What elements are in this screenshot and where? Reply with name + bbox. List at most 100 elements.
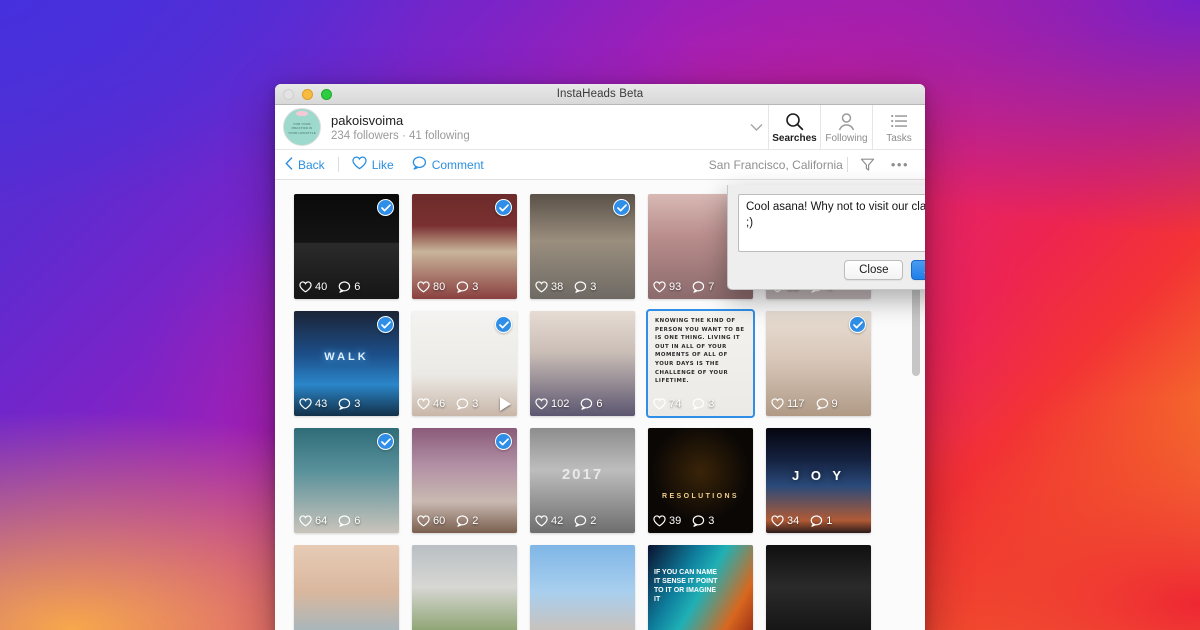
heart-icon (417, 515, 430, 527)
add-comment-dialog: Close Add Comment (727, 185, 925, 290)
comment-bubble-icon (810, 515, 823, 527)
location-label: San Francisco, California (708, 157, 843, 172)
check-icon[interactable] (377, 433, 394, 450)
profile-meta: pakoisvoima 234 followers · 41 following (331, 113, 470, 142)
toolbar-tabs: Searches Following Tasks (768, 105, 925, 150)
heart-icon (417, 281, 430, 293)
photo-tile[interactable]: RESOLUTIONS 39 3 (648, 428, 753, 533)
window-title: InstaHeads Beta (556, 88, 644, 100)
comment-bubble-icon (456, 398, 469, 410)
dialog-buttons: Close Add Comment (738, 260, 925, 280)
like-button[interactable]: Like (343, 150, 403, 180)
comment-button[interactable]: Comment (403, 150, 493, 180)
photo-tile[interactable]: J O Y 34 1 (766, 428, 871, 533)
comment-bubble-icon (456, 281, 469, 293)
photo-tile[interactable]: 117 9 (766, 311, 871, 416)
comment-count: 2 (590, 515, 597, 527)
like-count: 74 (669, 398, 682, 410)
check-icon[interactable] (613, 199, 630, 216)
like-count: 80 (433, 281, 446, 293)
check-icon[interactable] (495, 316, 512, 333)
photo-tile[interactable]: 60 2 (412, 428, 517, 533)
heart-icon (299, 281, 312, 293)
comment-count: 3 (354, 398, 361, 410)
comment-count: 3 (472, 398, 479, 410)
photo-tile[interactable]: 64 6 (294, 428, 399, 533)
comment-bubble-icon (574, 281, 587, 293)
close-button[interactable]: Close (844, 260, 904, 280)
photo-tile[interactable]: 102 6 (530, 311, 635, 416)
check-icon[interactable] (849, 316, 866, 333)
chevron-down-icon[interactable] (744, 105, 768, 150)
heart-icon (352, 156, 367, 173)
avatar-label: FOR YOUR PRACTICE IS YOUR LIFESTYLE (288, 121, 316, 135)
comment-bubble-icon (692, 281, 705, 293)
tile-stats: 74 3 (648, 392, 753, 416)
comment-bubble-icon (692, 515, 705, 527)
check-icon[interactable] (377, 199, 394, 216)
photo-tile[interactable]: KNOWING THE KIND OF PERSON YOU WANT TO B… (646, 309, 755, 418)
back-button[interactable]: Back (283, 150, 334, 180)
title-bar[interactable]: InstaHeads Beta (275, 84, 925, 105)
tile-stats: 38 3 (530, 275, 635, 299)
app-window: InstaHeads Beta FOR YOUR PRACTICE IS YOU… (275, 84, 925, 630)
like-count: 42 (551, 515, 564, 527)
tile-stats: 60 2 (412, 509, 517, 533)
check-icon[interactable] (495, 199, 512, 216)
photo-tile[interactable]: 2017 42 2 (530, 428, 635, 533)
tab-searches[interactable]: Searches (769, 105, 821, 150)
comment-count: 6 (596, 398, 603, 410)
handwritten-caption: KNOWING THE KIND OF PERSON YOU WANT TO B… (655, 318, 745, 385)
like-count: 93 (669, 281, 682, 293)
photo-tile[interactable] (412, 545, 517, 630)
play-icon[interactable] (500, 397, 511, 411)
profile-header: FOR YOUR PRACTICE IS YOUR LIFESTYLE pako… (275, 105, 925, 150)
photo-tile[interactable]: 38 3 (530, 194, 635, 299)
comment-bubble-icon (574, 515, 587, 527)
funnel-icon[interactable] (852, 157, 883, 172)
tile-stats: 39 3 (648, 509, 753, 533)
tab-tasks[interactable]: Tasks (873, 105, 925, 150)
comment-count: 3 (708, 515, 715, 527)
like-count: 40 (315, 281, 328, 293)
avatar[interactable]: FOR YOUR PRACTICE IS YOUR LIFESTYLE (283, 108, 321, 146)
comment-bubble-icon (338, 515, 351, 527)
tab-following[interactable]: Following (821, 105, 873, 150)
like-count: 46 (433, 398, 446, 410)
photo-tile[interactable]: 46 3 (412, 311, 517, 416)
check-icon[interactable] (377, 316, 394, 333)
check-icon[interactable] (495, 433, 512, 450)
heart-icon (771, 398, 784, 410)
comment-bubble-icon (412, 156, 427, 173)
photo-tile[interactable] (530, 545, 635, 630)
photo-tile[interactable] (294, 545, 399, 630)
heart-icon (653, 398, 666, 410)
divider-2 (846, 157, 848, 172)
tile-stats: 117 9 (766, 392, 871, 416)
photo-tile[interactable]: 80 3 (412, 194, 517, 299)
heart-icon (299, 398, 312, 410)
photo-tile[interactable] (766, 545, 871, 630)
like-count: 60 (433, 515, 446, 527)
ellipsis-icon[interactable]: ••• (883, 157, 917, 172)
comment-bubble-icon (580, 398, 593, 410)
comment-input[interactable] (738, 194, 925, 252)
comment-count: 9 (831, 398, 838, 410)
profile-stats: 234 followers · 41 following (331, 129, 470, 142)
comment-count: 6 (354, 281, 361, 293)
comment-count: 3 (590, 281, 597, 293)
photo-tile[interactable]: IF YOU CAN NAME IT SENSE IT POINT TO IT … (648, 545, 753, 630)
like-count: 38 (551, 281, 564, 293)
divider (337, 157, 339, 172)
comment-count: 3 (472, 281, 479, 293)
like-count: 117 (787, 398, 805, 410)
photo-tile[interactable]: 40 6 (294, 194, 399, 299)
tile-caption: IF YOU CAN NAME IT SENSE IT POINT TO IT … (654, 569, 718, 604)
add-comment-button[interactable]: Add Comment (911, 260, 925, 280)
like-count: 34 (787, 515, 800, 527)
comment-bubble-icon (816, 398, 829, 410)
heart-icon (771, 515, 784, 527)
comment-bubble-icon (692, 398, 705, 410)
photo-tile[interactable]: WALK 43 3 (294, 311, 399, 416)
tile-stats: 64 6 (294, 509, 399, 533)
